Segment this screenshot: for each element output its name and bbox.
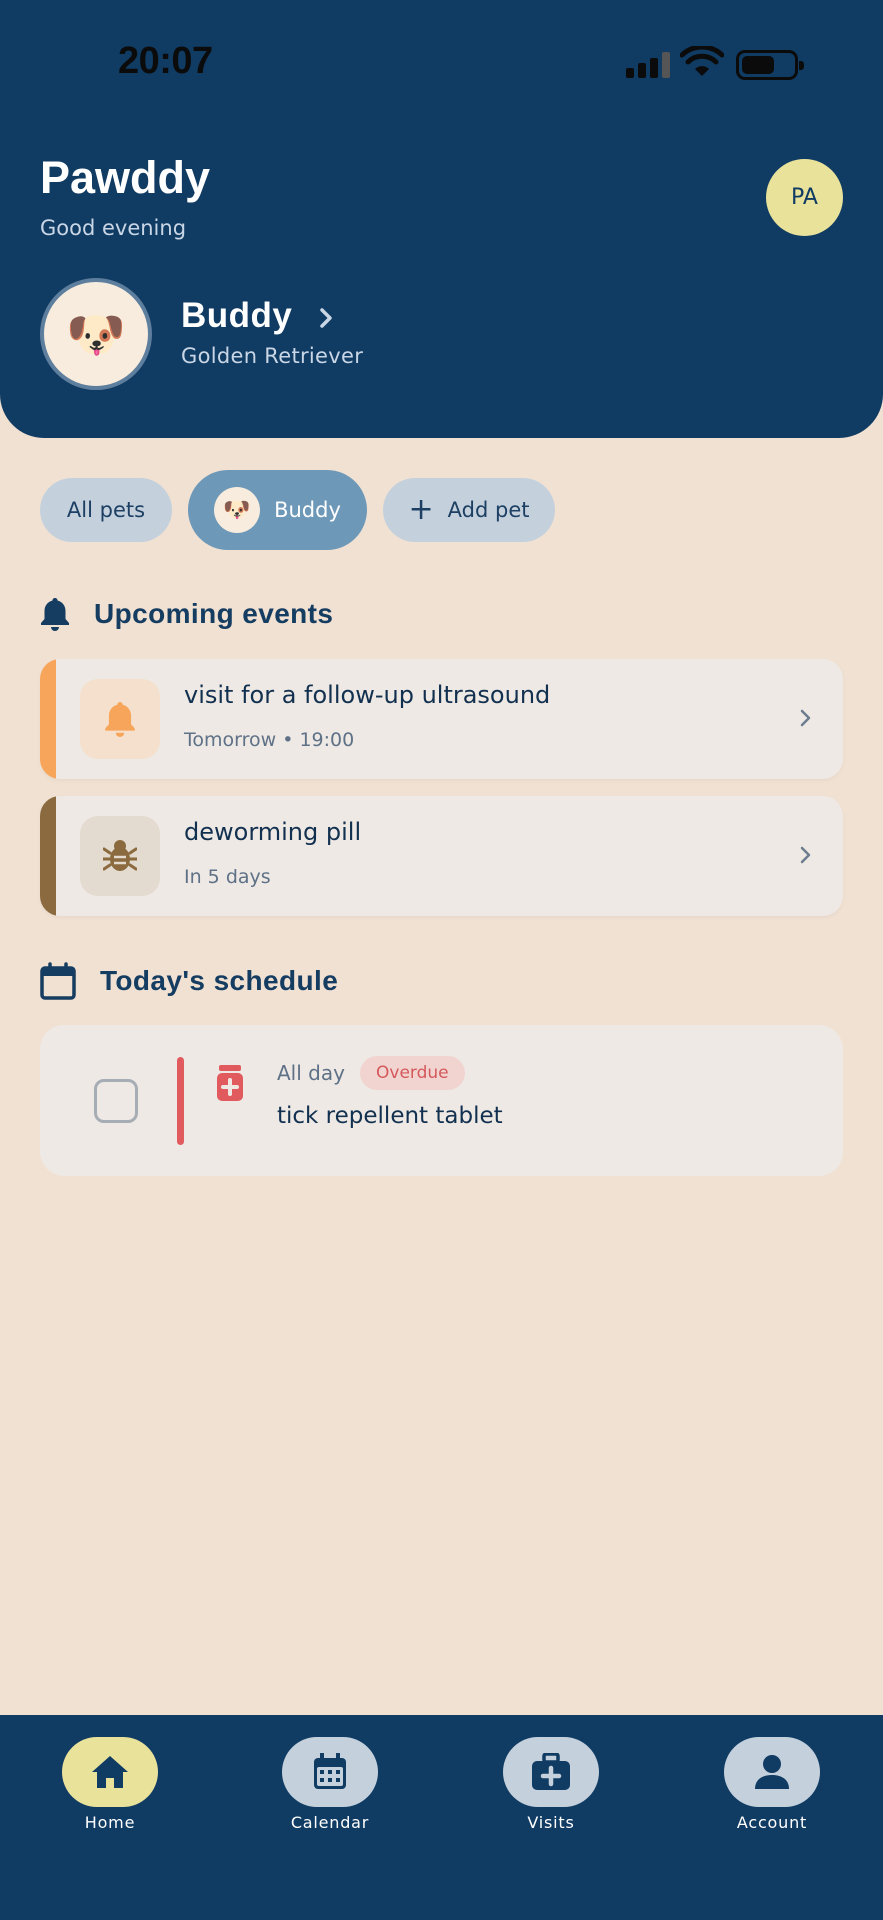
avatar[interactable]: PA — [766, 159, 843, 236]
header: 20:07 Pawddy Good evening PA 🐶 Buddy Gol… — [0, 0, 883, 438]
greeting: Good evening — [40, 216, 187, 240]
nav-account-pill — [724, 1737, 820, 1807]
nav-label: Visits — [527, 1813, 575, 1832]
wifi-icon — [680, 46, 724, 76]
nav-calendar-pill — [282, 1737, 378, 1807]
add-pet-button[interactable]: + Add pet — [383, 478, 555, 542]
schedule-time: All day — [277, 1061, 345, 1085]
section-title: Today's schedule — [100, 965, 339, 996]
event-card[interactable]: visit for a follow-up ultrasound Tomorro… — [40, 659, 843, 779]
filter-all-label: All pets — [66, 498, 146, 522]
plus-icon: + — [408, 492, 434, 527]
nav-home-pill — [62, 1737, 158, 1807]
event-accent-bar — [40, 796, 56, 916]
event-accent-bar — [40, 659, 56, 779]
bell-icon — [41, 598, 69, 631]
filter-all-pets[interactable]: All pets — [40, 478, 172, 542]
nav-label: Home — [84, 1813, 136, 1832]
battery-icon — [736, 50, 804, 80]
pet-avatar-icon: 🐶 — [214, 487, 261, 533]
nav-home[interactable]: Home — [50, 1737, 170, 1832]
pet-photo[interactable]: 🐶 — [40, 278, 152, 390]
app-screen: 20:07 Pawddy Good evening PA 🐶 Buddy Gol… — [0, 0, 883, 1920]
calendar-icon — [40, 962, 76, 1000]
event-icon-box — [80, 816, 160, 896]
event-subtitle: In 5 days — [184, 866, 271, 888]
bottom-nav: Home Calendar Visits Account — [0, 1715, 883, 1920]
filter-pet-label: Buddy — [274, 498, 341, 522]
status-badge: Overdue — [360, 1056, 465, 1090]
filter-pet-buddy[interactable]: 🐶 Buddy — [188, 470, 367, 550]
bell-icon — [105, 702, 135, 737]
home-icon — [92, 1756, 128, 1788]
pet-breed: Golden Retriever — [181, 344, 364, 368]
chevron-right-icon[interactable] — [316, 304, 336, 332]
app-title: Pawddy — [40, 152, 211, 203]
nav-account[interactable]: Account — [712, 1737, 832, 1832]
medicine-icon — [217, 1065, 243, 1101]
add-pet-label: Add pet — [447, 498, 530, 522]
nav-label: Calendar — [290, 1813, 370, 1832]
nav-visits-pill — [503, 1737, 599, 1807]
schedule-item[interactable]: All day Overdue tick repellent tablet — [40, 1025, 843, 1176]
event-subtitle: Tomorrow • 19:00 — [184, 729, 355, 751]
event-title: visit for a follow-up ultrasound — [184, 681, 551, 709]
nav-calendar[interactable]: Calendar — [270, 1737, 390, 1832]
signal-icon — [626, 52, 670, 78]
complete-checkbox[interactable] — [94, 1079, 138, 1123]
nav-visits[interactable]: Visits — [491, 1737, 611, 1832]
priority-bar — [177, 1057, 184, 1145]
calendar-icon — [314, 1753, 346, 1789]
chevron-right-icon — [800, 846, 811, 864]
schedule-title: tick repellent tablet — [277, 1103, 503, 1129]
bug-icon — [103, 840, 137, 871]
medical-kit-icon — [532, 1753, 570, 1790]
pet-name[interactable]: Buddy — [181, 296, 292, 336]
event-title: deworming pill — [184, 818, 362, 846]
status-time: 20:07 — [118, 40, 213, 82]
nav-label: Account — [736, 1813, 808, 1832]
account-icon — [755, 1755, 789, 1789]
section-title: Upcoming events — [94, 598, 334, 629]
schedule-heading: Today's schedule — [40, 962, 338, 1000]
upcoming-events-heading: Upcoming events — [40, 596, 333, 632]
event-card[interactable]: deworming pill In 5 days — [40, 796, 843, 916]
event-icon-box — [80, 679, 160, 759]
chevron-right-icon — [800, 709, 811, 727]
